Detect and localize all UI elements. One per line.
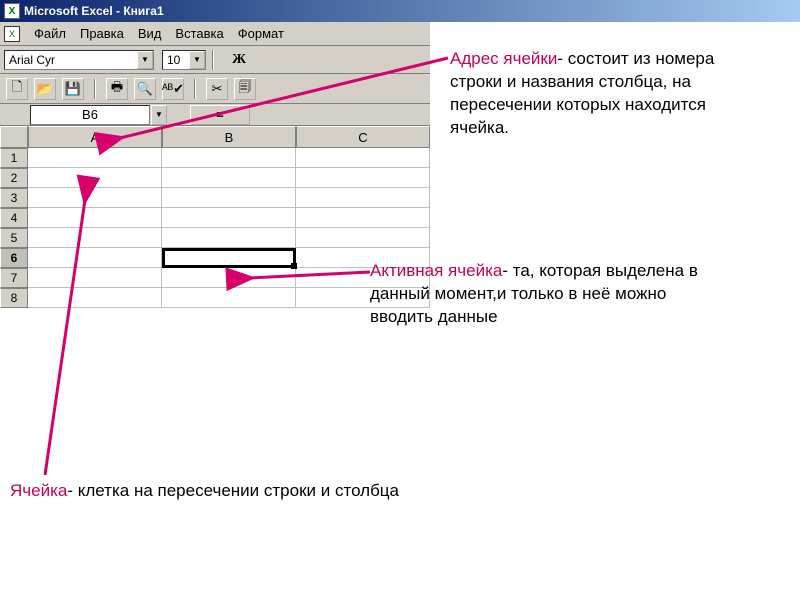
menu-file[interactable]: Файл xyxy=(28,24,72,43)
print-preview-icon[interactable]: 🔍 xyxy=(134,78,156,100)
menubar: X Файл Правка Вид Вставка Формат xyxy=(0,22,430,46)
menu-format[interactable]: Формат xyxy=(232,24,290,43)
row-6: 6 xyxy=(0,248,430,268)
cell[interactable] xyxy=(28,228,162,248)
menu-edit[interactable]: Правка xyxy=(74,24,130,43)
row-7: 7 xyxy=(0,268,430,288)
annotation-title: Ячейка xyxy=(10,481,67,500)
copy-icon[interactable]: 🗐 xyxy=(234,78,256,100)
font-name-select[interactable]: Arial Cyr ▼ xyxy=(4,50,154,70)
formatting-toolbar: Arial Cyr ▼ 10 ▼ Ж xyxy=(0,46,430,74)
cell[interactable] xyxy=(28,168,162,188)
annotation-title: Адрес ячейки xyxy=(450,49,557,68)
column-header-a[interactable]: A xyxy=(28,126,162,148)
font-size-select[interactable]: 10 ▼ xyxy=(162,50,206,70)
cell[interactable] xyxy=(162,268,296,288)
row-header[interactable]: 6 xyxy=(0,248,28,268)
cell[interactable] xyxy=(28,188,162,208)
cell[interactable] xyxy=(28,208,162,228)
cell[interactable] xyxy=(162,208,296,228)
namebox-row: B6 ▼ = xyxy=(0,104,430,126)
formula-equals-button[interactable]: = xyxy=(190,105,250,125)
cell[interactable] xyxy=(28,248,162,268)
spreadsheet-grid: A B C 1 2 3 4 5 6 7 8 xyxy=(0,126,430,308)
row-5: 5 xyxy=(0,228,430,248)
annotation-title: Активная ячейка xyxy=(370,261,502,280)
row-2: 2 xyxy=(0,168,430,188)
spellcheck-icon[interactable]: ᴬᴮ✔ xyxy=(162,78,184,100)
cell[interactable] xyxy=(296,168,430,188)
annotation-active-cell: Активная ячейка- та, которая выделена в … xyxy=(370,260,730,329)
save-icon[interactable]: 💾 xyxy=(62,78,84,100)
chevron-down-icon[interactable]: ▼ xyxy=(189,51,205,69)
font-size-value: 10 xyxy=(167,53,180,67)
row-header[interactable]: 2 xyxy=(0,168,28,188)
chevron-down-icon[interactable]: ▼ xyxy=(151,105,167,125)
column-headers: A B C xyxy=(0,126,430,148)
active-cell[interactable] xyxy=(162,248,296,268)
cell[interactable] xyxy=(28,288,162,308)
annotation-cell-address: Адрес ячейки- состоит из номера строки и… xyxy=(450,48,730,140)
document-icon[interactable]: X xyxy=(4,26,20,42)
select-all-corner[interactable] xyxy=(0,126,28,148)
title-text: Microsoft Excel - Книга1 xyxy=(24,4,164,18)
cell[interactable] xyxy=(162,228,296,248)
cell[interactable] xyxy=(162,288,296,308)
row-header[interactable]: 1 xyxy=(0,148,28,168)
font-name-value: Arial Cyr xyxy=(9,53,55,67)
row-4: 4 xyxy=(0,208,430,228)
row-header[interactable]: 4 xyxy=(0,208,28,228)
row-header[interactable]: 5 xyxy=(0,228,28,248)
chevron-down-icon[interactable]: ▼ xyxy=(137,51,153,69)
menu-view[interactable]: Вид xyxy=(132,24,168,43)
divider xyxy=(94,79,96,99)
cell[interactable] xyxy=(162,168,296,188)
cut-icon[interactable]: ✂ xyxy=(206,78,228,100)
divider xyxy=(194,79,196,99)
cell[interactable] xyxy=(296,208,430,228)
row-1: 1 xyxy=(0,148,430,168)
annotation-body: - клетка на пересечении строки и столбца xyxy=(67,481,399,500)
cell[interactable] xyxy=(296,228,430,248)
titlebar: X Microsoft Excel - Книга1 xyxy=(0,0,800,22)
bold-button[interactable]: Ж xyxy=(228,50,250,70)
cell[interactable] xyxy=(296,188,430,208)
print-icon[interactable]: 🖶 xyxy=(106,78,128,100)
row-header[interactable]: 3 xyxy=(0,188,28,208)
annotation-cell: Ячейка- клетка на пересечении строки и с… xyxy=(10,480,510,503)
name-box[interactable]: B6 ▼ xyxy=(30,105,150,125)
cell[interactable] xyxy=(28,268,162,288)
cell[interactable] xyxy=(296,148,430,168)
menu-insert[interactable]: Вставка xyxy=(169,24,229,43)
row-3: 3 xyxy=(0,188,430,208)
standard-toolbar: 🗋 📂 💾 🖶 🔍 ᴬᴮ✔ ✂ 🗐 xyxy=(0,74,430,104)
name-box-value: B6 xyxy=(82,107,98,122)
column-header-c[interactable]: C xyxy=(296,126,430,148)
row-8: 8 xyxy=(0,288,430,308)
excel-icon: X xyxy=(4,3,20,19)
cell[interactable] xyxy=(28,148,162,168)
row-header[interactable]: 8 xyxy=(0,288,28,308)
cell[interactable] xyxy=(162,148,296,168)
new-icon[interactable]: 🗋 xyxy=(6,78,28,100)
divider xyxy=(212,50,214,70)
open-icon[interactable]: 📂 xyxy=(34,78,56,100)
column-header-b[interactable]: B xyxy=(162,126,296,148)
row-header[interactable]: 7 xyxy=(0,268,28,288)
cell[interactable] xyxy=(162,188,296,208)
